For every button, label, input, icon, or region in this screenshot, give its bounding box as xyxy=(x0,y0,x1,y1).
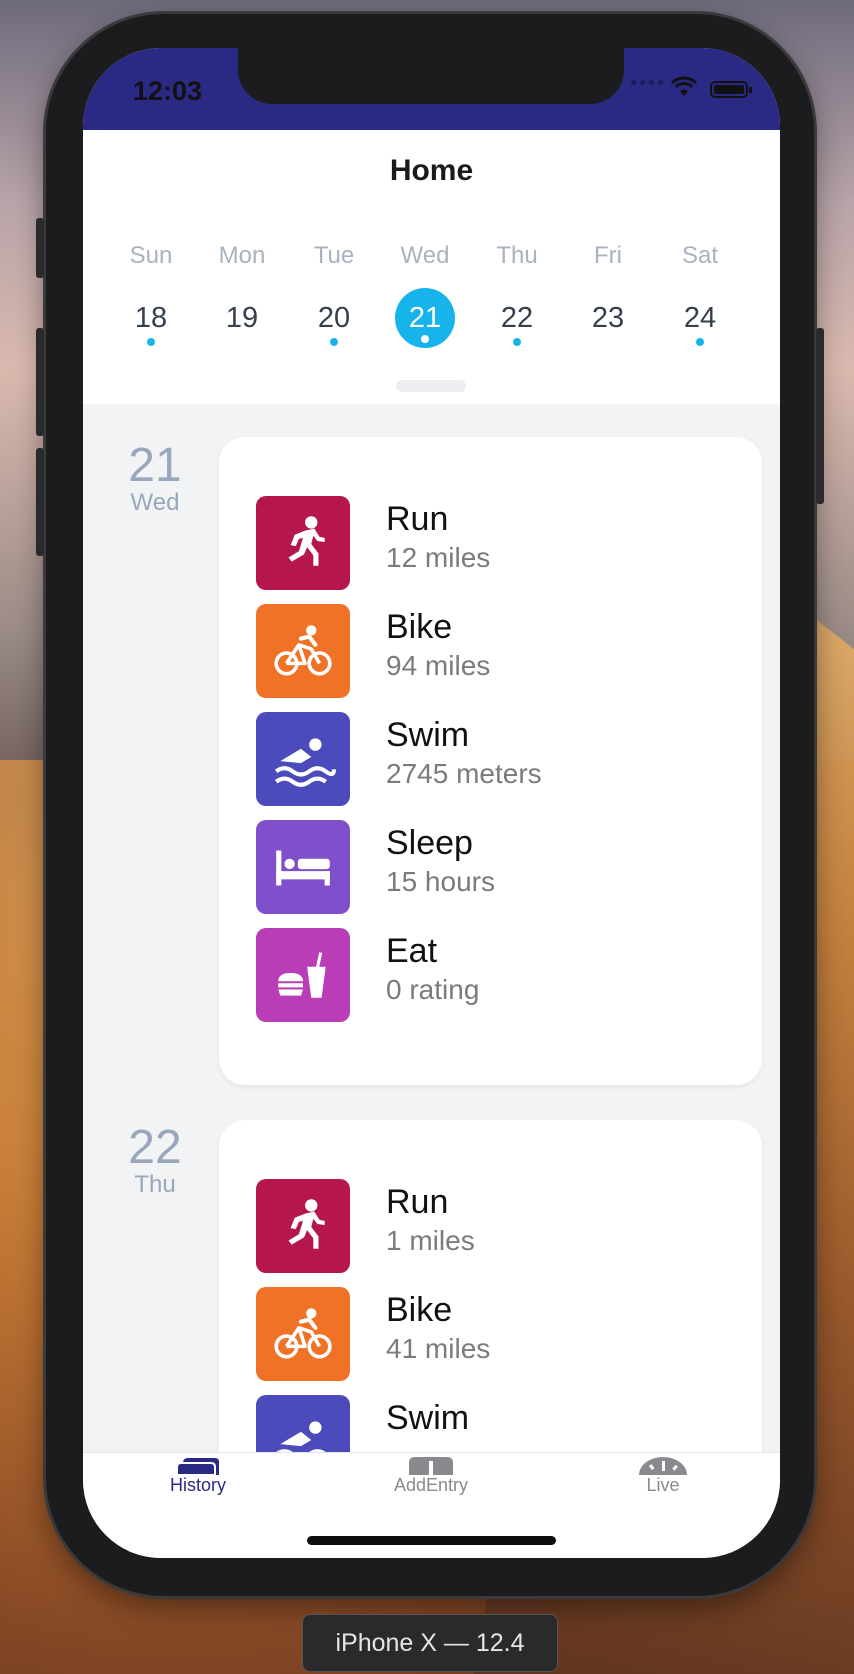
runner-icon xyxy=(256,496,350,590)
calendar-day-mon[interactable]: Mon 19 xyxy=(196,212,288,348)
day-of-week-label: Mon xyxy=(218,242,266,269)
entry-indicator-dot xyxy=(147,338,155,346)
bed-icon xyxy=(256,820,350,914)
calendar-drag-handle[interactable] xyxy=(396,380,466,392)
day-header-number: 22 xyxy=(128,1121,182,1174)
history-list[interactable]: 21 Wed Run 12 miles Bike 94 miles Swim 2… xyxy=(83,404,780,1502)
week-calendar: Sun 18 Mon 19 Tue 20 Wed 21 Thu 22 Fri 2… xyxy=(83,212,780,404)
entry-title: Bike xyxy=(386,1291,453,1329)
swimmer-icon xyxy=(256,712,350,806)
entry-title: Run xyxy=(386,1183,449,1221)
tab-add-entry[interactable]: AddEntry xyxy=(316,1453,546,1523)
entry-swim[interactable]: Swim 2745 meters xyxy=(256,712,736,806)
entry-indicator-dot xyxy=(513,338,521,346)
day-of-week-label: Wed xyxy=(400,242,450,269)
selected-day-highlight: 21 xyxy=(395,288,455,348)
entry-indicator-dot xyxy=(696,338,704,346)
day-number: 19 xyxy=(225,302,259,334)
entry-run[interactable]: Run 12 miles xyxy=(256,496,736,590)
entry-indicator-dot xyxy=(330,338,338,346)
home-indicator[interactable] xyxy=(307,1536,556,1545)
page-title: Home xyxy=(389,154,474,187)
gauge-icon xyxy=(639,1457,687,1475)
notch xyxy=(238,48,624,104)
entry-detail: 41 miles xyxy=(386,1333,491,1364)
silent-switch xyxy=(36,218,44,278)
day-header: 22 Thu xyxy=(105,1124,205,1198)
entry-title: Sleep xyxy=(386,824,473,862)
entry-indicator-dot xyxy=(421,335,429,343)
tab-history-label: History xyxy=(169,1475,226,1495)
tab-live[interactable]: Live xyxy=(548,1453,778,1523)
entry-eat[interactable]: Eat 0 rating xyxy=(256,928,736,1022)
day-header-weekday: Wed xyxy=(130,489,180,516)
app-screen: 12:03 Home Sun 18 Mon 19 Tue 20 Wed 21 T… xyxy=(83,48,780,1558)
day-of-week-label: Sat xyxy=(681,242,719,269)
volume-up-button xyxy=(36,328,44,436)
tab-add-entry-label: AddEntry xyxy=(393,1475,469,1495)
add-entry-icon xyxy=(409,1457,453,1475)
status-time: 12:03 xyxy=(133,76,203,106)
cyclist-icon xyxy=(256,1287,350,1381)
calendar-day-thu[interactable]: Thu 22 xyxy=(471,212,563,348)
day-of-week-label: Thu xyxy=(496,242,538,269)
entry-detail: 94 miles xyxy=(386,650,491,681)
entry-title: Bike xyxy=(386,608,453,646)
wifi-icon xyxy=(670,76,698,96)
day-of-week-label: Tue xyxy=(313,242,355,269)
entry-title: Swim xyxy=(386,1399,470,1437)
simulator-device-label: iPhone X — 12.4 xyxy=(302,1614,558,1672)
battery-icon xyxy=(710,81,752,98)
day-of-week-label: Fri xyxy=(594,242,622,269)
navigation-bar: Home xyxy=(83,130,780,213)
entry-detail: 0 rating xyxy=(386,974,480,1005)
calendar-day-tue[interactable]: Tue 20 xyxy=(288,212,380,348)
entry-sleep[interactable]: Sleep 15 hours xyxy=(256,820,736,914)
entry-bike[interactable]: Bike 41 miles xyxy=(256,1287,736,1381)
day-of-week-label: Sun xyxy=(129,242,173,269)
entry-detail: 12 miles xyxy=(386,542,491,573)
cyclist-icon xyxy=(256,604,350,698)
tab-live-label: Live xyxy=(646,1475,680,1495)
day-entries-card: Run 1 miles Bike 41 miles Swim xyxy=(219,1120,762,1502)
day-header-weekday: Thu xyxy=(134,1171,176,1198)
volume-down-button xyxy=(36,448,44,556)
entry-title: Run xyxy=(386,500,449,538)
runner-icon xyxy=(256,1179,350,1273)
calendar-day-sun[interactable]: Sun 18 xyxy=(105,212,197,348)
entry-bike[interactable]: Bike 94 miles xyxy=(256,604,736,698)
day-header: 21 Wed xyxy=(105,442,205,516)
tab-history[interactable]: History xyxy=(83,1453,313,1523)
calendar-day-fri[interactable]: Fri 23 xyxy=(562,212,654,348)
food-icon xyxy=(256,928,350,1022)
day-entries-card: Run 12 miles Bike 94 miles Swim 2745 met… xyxy=(219,437,762,1085)
calendar-day-wed[interactable]: Wed 21 xyxy=(379,212,471,348)
day-number: 23 xyxy=(591,302,625,334)
entry-title: Swim xyxy=(386,716,470,754)
power-button xyxy=(816,328,824,504)
history-icon xyxy=(176,1458,219,1475)
entry-detail: 1 miles xyxy=(386,1225,475,1256)
status-bar: 12:03 xyxy=(83,48,780,130)
entry-detail: 2745 meters xyxy=(386,758,542,789)
day-header-number: 21 xyxy=(128,439,182,492)
entry-run[interactable]: Run 1 miles xyxy=(256,1179,736,1273)
calendar-day-sat[interactable]: Sat 24 xyxy=(654,212,746,348)
signal-icon xyxy=(631,80,663,85)
entry-title: Eat xyxy=(386,932,438,970)
entry-detail: 15 hours xyxy=(386,866,495,897)
